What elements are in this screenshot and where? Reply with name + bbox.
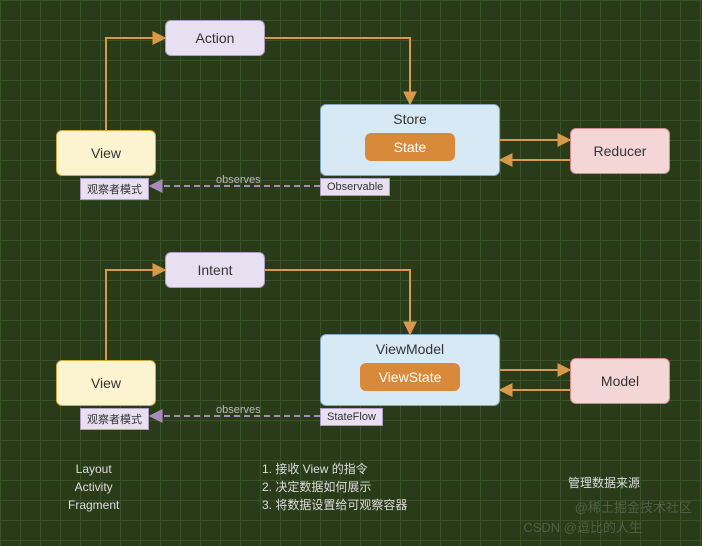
caption-left: Layout Activity Fragment xyxy=(68,460,119,514)
intent-box: Intent xyxy=(165,252,265,288)
caption-center: 1. 接收 View 的指令 2. 决定数据如何展示 3. 将数据设置给可观察容… xyxy=(262,460,407,514)
store-box: Store State xyxy=(320,104,500,176)
action-label: Action xyxy=(196,30,235,46)
reducer-label: Reducer xyxy=(594,143,647,159)
view-label-2: View xyxy=(91,375,121,391)
observer-tag-top: 观察者模式 xyxy=(80,178,149,200)
reducer-box: Reducer xyxy=(570,128,670,174)
watermark-1: @稀土掘金技术社区 xyxy=(575,497,692,516)
arrow-view-intent xyxy=(106,270,165,360)
state-label: State xyxy=(394,139,427,155)
arrow-action-store xyxy=(265,38,410,104)
arrow-view-action-top xyxy=(106,38,165,130)
view-label: View xyxy=(91,145,121,161)
view-box-bottom: View xyxy=(56,360,156,406)
viewmodel-box: ViewModel ViewState xyxy=(320,334,500,406)
state-box: State xyxy=(365,133,455,161)
model-label: Model xyxy=(601,373,639,389)
model-box: Model xyxy=(570,358,670,404)
arrow-intent-viewmodel xyxy=(265,270,410,334)
caption-right: 管理数据来源 xyxy=(568,474,640,492)
observer-tag-bottom: 观察者模式 xyxy=(80,408,149,430)
watermark-2: CSDN @逗比的人生 xyxy=(523,517,642,536)
viewmodel-label: ViewModel xyxy=(376,341,444,357)
viewstate-label: ViewState xyxy=(379,369,442,385)
store-label: Store xyxy=(393,111,426,127)
observes-label-bottom: observes xyxy=(216,404,261,416)
stateflow-tag: StateFlow xyxy=(320,408,383,426)
observes-label-top: observes xyxy=(216,174,261,186)
intent-label: Intent xyxy=(197,262,232,278)
observable-tag: Observable xyxy=(320,178,390,196)
view-box-top: View xyxy=(56,130,156,176)
viewstate-box: ViewState xyxy=(360,363,460,391)
action-box: Action xyxy=(165,20,265,56)
